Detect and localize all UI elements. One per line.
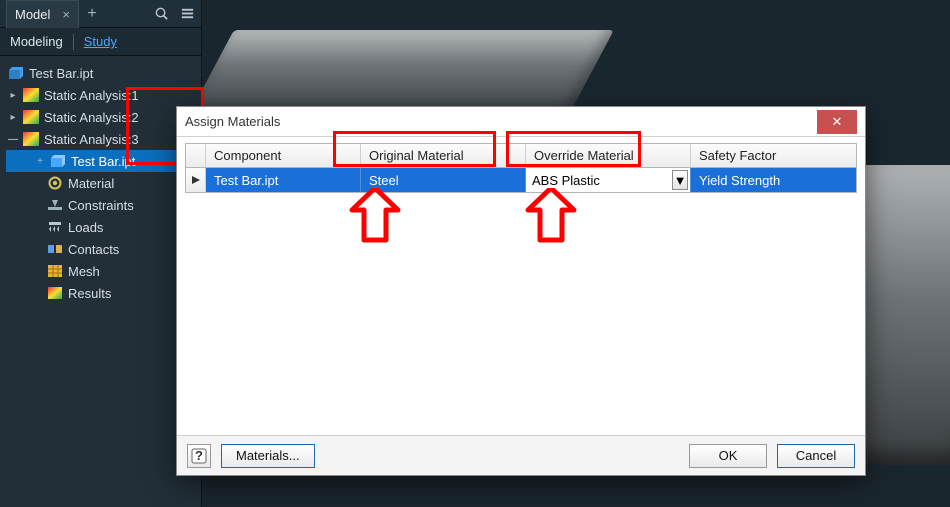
results-icon bbox=[47, 285, 63, 301]
search-icon[interactable] bbox=[153, 6, 169, 22]
chevron-down-icon: ▼ bbox=[674, 173, 687, 188]
tree-analysis-3-label: Static Analysis:3 bbox=[44, 132, 139, 147]
dialog-footer: ? Materials... OK Cancel bbox=[177, 435, 865, 475]
cancel-button[interactable]: Cancel bbox=[777, 444, 855, 468]
tree-analysis-2-label: Static Analysis:2 bbox=[44, 110, 139, 125]
tree-analysis-1[interactable]: ▸ Static Analysis:1 bbox=[6, 84, 197, 106]
model-tree: Test Bar.ipt ▸ Static Analysis:1 ▸ Stati… bbox=[0, 56, 201, 304]
grid-row-1[interactable]: Test Bar.ipt Steel ABS Plastic ▼ Yield S… bbox=[186, 168, 856, 192]
assign-materials-dialog: Assign Materials ✕ Component Original Ma… bbox=[176, 106, 866, 476]
ok-button[interactable]: OK bbox=[689, 444, 767, 468]
tree-child-mesh[interactable]: Mesh bbox=[6, 260, 197, 282]
model-browser-panel: Model × + Modeling Study Test Bar.ipt ▸ bbox=[0, 0, 202, 507]
analysis-icon bbox=[23, 109, 39, 125]
row-indicator bbox=[186, 168, 206, 192]
tree-child-testbar[interactable]: + Test Bar.ipt bbox=[6, 150, 197, 172]
svg-text:?: ? bbox=[195, 448, 203, 463]
cell-component: Test Bar.ipt bbox=[206, 168, 361, 192]
tree-child-results-label: Results bbox=[68, 286, 111, 301]
panel-modebar: Modeling Study bbox=[0, 28, 201, 56]
cell-original: Steel bbox=[361, 168, 526, 192]
col-header-safety[interactable]: Safety Factor bbox=[691, 144, 856, 167]
modebar-modeling[interactable]: Modeling bbox=[10, 34, 63, 49]
col-header-original[interactable]: Original Material bbox=[361, 144, 526, 167]
dialog-title: Assign Materials bbox=[185, 114, 817, 129]
dialog-titlebar[interactable]: Assign Materials ✕ bbox=[177, 107, 865, 137]
cell-safety: Yield Strength bbox=[691, 168, 856, 192]
loads-icon bbox=[47, 219, 63, 235]
col-header-override[interactable]: Override Material bbox=[526, 144, 691, 167]
expand-icon[interactable]: ▸ bbox=[8, 90, 18, 101]
help-button[interactable]: ? bbox=[187, 444, 211, 468]
tree-child-constraints-label: Constraints bbox=[68, 198, 134, 213]
help-icon: ? bbox=[191, 448, 207, 464]
tree-child-testbar-label: Test Bar.ipt bbox=[71, 154, 135, 169]
add-tab-button[interactable]: + bbox=[81, 5, 103, 23]
cell-override[interactable]: ABS Plastic ▼ bbox=[526, 168, 691, 192]
grid-corner bbox=[186, 144, 206, 167]
modebar-study[interactable]: Study bbox=[84, 34, 117, 49]
close-tab-icon[interactable]: × bbox=[62, 7, 70, 22]
tree-child-contacts-label: Contacts bbox=[68, 242, 119, 257]
analysis-icon bbox=[23, 131, 39, 147]
tree-root[interactable]: Test Bar.ipt bbox=[6, 62, 197, 84]
contacts-icon bbox=[47, 241, 63, 257]
panel-tab-model[interactable]: Model × bbox=[6, 0, 79, 28]
col-header-component[interactable]: Component bbox=[206, 144, 361, 167]
collapse-icon[interactable]: — bbox=[8, 134, 18, 145]
tree-child-material-label: Material bbox=[68, 176, 114, 191]
panel-header: Model × + bbox=[0, 0, 201, 28]
modebar-divider bbox=[73, 34, 74, 50]
materials-button[interactable]: Materials... bbox=[221, 444, 315, 468]
tree-child-results[interactable]: Results bbox=[6, 282, 197, 304]
tree-analysis-1-label: Static Analysis:1 bbox=[44, 88, 139, 103]
tree-child-mesh-label: Mesh bbox=[68, 264, 100, 279]
tree-root-label: Test Bar.ipt bbox=[29, 66, 93, 81]
tree-child-contacts[interactable]: Contacts bbox=[6, 238, 197, 260]
override-value: ABS Plastic bbox=[532, 173, 672, 188]
constraints-icon bbox=[47, 197, 63, 213]
expand-icon[interactable]: + bbox=[35, 156, 45, 167]
tree-child-constraints[interactable]: Constraints bbox=[6, 194, 197, 216]
analysis-icon bbox=[23, 87, 39, 103]
tree-child-loads-label: Loads bbox=[68, 220, 103, 235]
close-icon: ✕ bbox=[832, 114, 843, 130]
materials-grid: Component Original Material Override Mat… bbox=[185, 143, 857, 193]
tree-analysis-2[interactable]: ▸ Static Analysis:2 bbox=[6, 106, 197, 128]
dialog-close-button[interactable]: ✕ bbox=[817, 110, 857, 134]
part-icon bbox=[8, 65, 24, 81]
part-icon bbox=[50, 153, 66, 169]
tree-analysis-3[interactable]: — Static Analysis:3 bbox=[6, 128, 197, 150]
material-icon bbox=[47, 175, 63, 191]
expand-icon[interactable]: ▸ bbox=[8, 112, 18, 123]
tree-child-loads[interactable]: Loads bbox=[6, 216, 197, 238]
tree-child-material[interactable]: Material bbox=[6, 172, 197, 194]
panel-tab-label: Model bbox=[15, 7, 50, 22]
menu-icon[interactable] bbox=[179, 6, 195, 22]
mesh-icon bbox=[47, 263, 63, 279]
override-dropdown-button[interactable]: ▼ bbox=[672, 170, 688, 190]
grid-header: Component Original Material Override Mat… bbox=[186, 144, 856, 168]
